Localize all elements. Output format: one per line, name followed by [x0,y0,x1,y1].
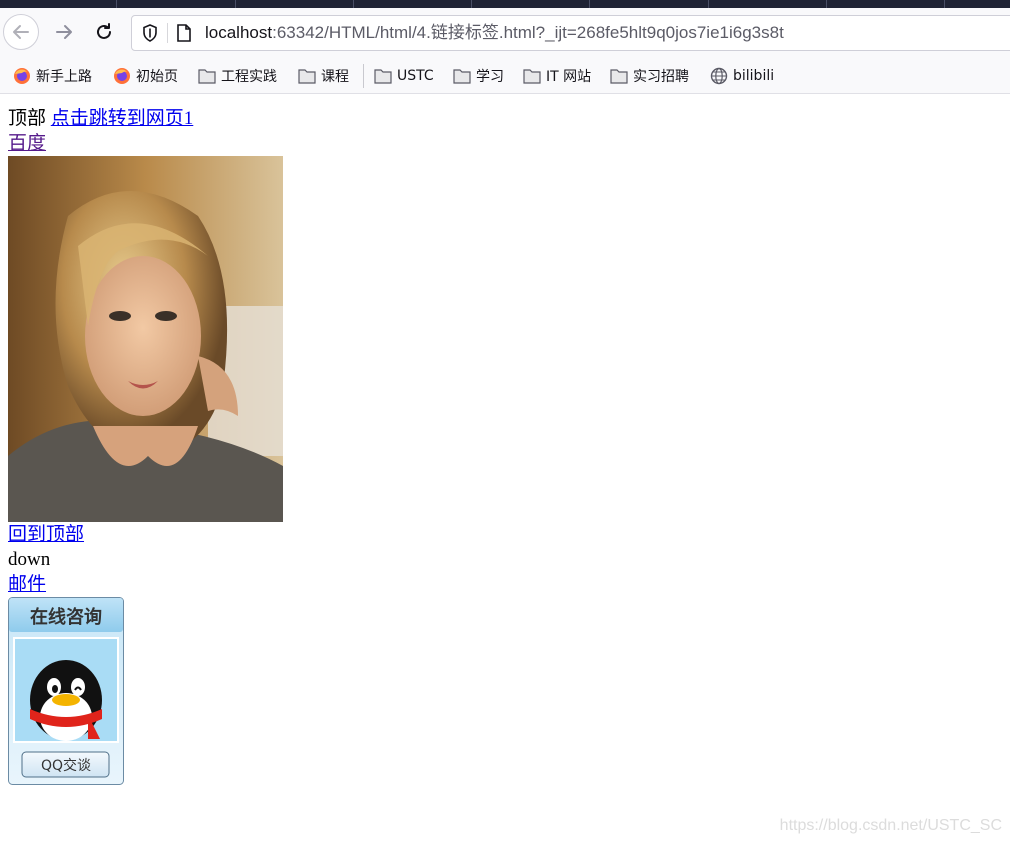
top-anchor-text: 顶部 [8,108,47,129]
mail-link[interactable]: 邮件 [8,574,46,595]
bookmark-folder-kecheng[interactable]: 课程 [298,58,349,93]
arrow-left-icon [13,25,29,39]
back-to-top-link[interactable]: 回到顶部 [8,524,84,545]
folder-icon [374,67,392,85]
tab-separator [235,0,236,8]
url-text[interactable]: localhost:63342/HTML/html/4.链接标签.html?_i… [205,16,784,50]
tab-separator [471,0,472,8]
folder-icon [523,67,541,85]
bookmark-xinshoushanglu[interactable]: 新手上路 [13,58,92,93]
page-content: 顶部 点击跳转到网页1 百度 回到顶部 down 邮件 在线咨询 QQ交谈 [8,106,283,785]
url-host: localhost [205,23,273,42]
mail-line: 邮件 [8,572,283,597]
bookmark-folder-xuexi[interactable]: 学习 [453,58,504,93]
forward-button[interactable] [46,14,82,50]
bookmark-label: IT 网站 [546,68,592,85]
reload-icon [97,23,111,39]
folder-icon [610,67,628,85]
baidu-line: 百度 [8,131,283,156]
url-path: :63342/HTML/html/4.链接标签.html?_ijt=268fe5… [272,23,784,42]
bookmark-label: 课程 [321,68,349,85]
bookmark-folder-shixizhaopin[interactable]: 实习招聘 [610,58,689,93]
top-line: 顶部 点击跳转到网页1 [8,106,283,131]
portrait-photo [8,156,283,522]
bookmark-folder-gongchengshijian[interactable]: 工程实践 [198,58,277,93]
watermark: https://blog.csdn.net/USTC_SC [779,817,1002,834]
folder-icon [453,67,471,85]
folder-icon [198,67,216,85]
qq-chat-button-label[interactable]: QQ交谈 [41,757,91,774]
bookmark-folder-ustc[interactable]: USTC [374,58,434,93]
tab-separator [944,0,945,8]
reload-button[interactable] [86,14,122,50]
jump-to-page1-link[interactable]: 点击跳转到网页1 [51,108,194,129]
firefox-icon [13,67,31,85]
bookmarks-divider [363,64,364,88]
bookmark-label: 学习 [476,68,504,85]
bookmark-chushiye[interactable]: 初始页 [113,58,178,93]
arrow-right-icon [56,25,72,39]
bookmark-label: 实习招聘 [633,68,689,85]
globe-icon [710,67,728,85]
folder-icon [298,67,316,85]
bookmark-bilibili[interactable]: bilibili [710,58,774,93]
bookmark-label: 初始页 [136,68,178,85]
bookmark-label: 新手上路 [36,68,92,85]
tab-separator [826,0,827,8]
tab-separator [708,0,709,8]
qq-consult-widget[interactable]: 在线咨询 QQ交谈 [8,597,124,785]
back-button[interactable] [3,14,39,50]
bookmark-label: USTC [397,67,434,84]
bookmark-label: bilibili [733,67,775,84]
firefox-icon [113,67,131,85]
qq-widget-header: 在线咨询 [30,606,102,628]
bookmark-folder-it-wangzhan[interactable]: IT 网站 [523,58,591,93]
tab-strip [0,0,1010,8]
tab-separator [116,0,117,8]
tab-separator [589,0,590,8]
down-anchor-text: down [8,549,51,570]
bookmarks-bar: 新手上路 初始页 工程实践 课程 USTC 学习 IT 网站 实习招聘 bili… [0,58,1010,94]
tab-separator [353,0,354,8]
tracking-shield-icon[interactable] [140,23,160,43]
address-divider [167,23,168,43]
page-info-icon[interactable] [174,23,194,43]
baidu-link[interactable]: 百度 [8,133,46,154]
navigation-toolbar: localhost:63342/HTML/html/4.链接标签.html?_i… [0,8,1010,58]
bookmark-label: 工程实践 [221,68,277,85]
address-bar[interactable]: localhost:63342/HTML/html/4.链接标签.html?_i… [131,15,1010,51]
back-to-top-line: 回到顶部 [8,522,283,547]
